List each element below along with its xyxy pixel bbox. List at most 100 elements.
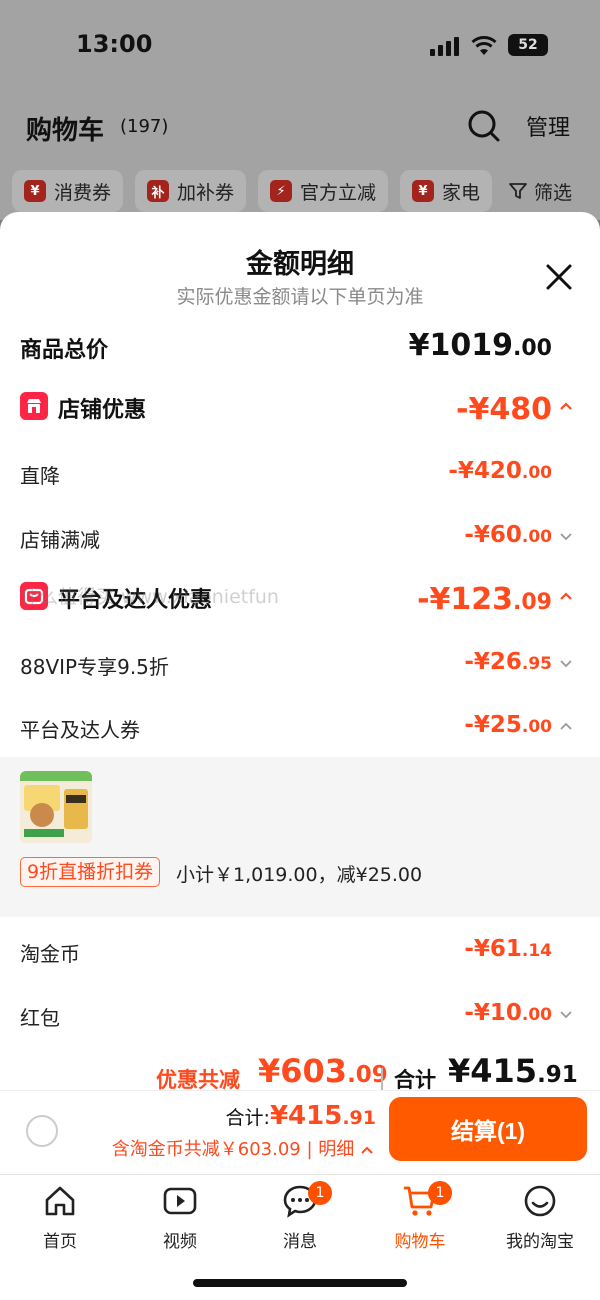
platform-coupon-label: 平台及达人券 [20, 718, 140, 742]
checkout-total-main: ¥415 [269, 1101, 343, 1131]
sum-value: ¥415.91 [448, 1052, 578, 1090]
chip-appliance[interactable]: ¥ 家电 [400, 170, 493, 212]
chevron-down-icon [560, 533, 572, 541]
detail-text: 含淘金币共减￥603.09 | 明细 [111, 1139, 355, 1160]
vip-discount-label: 88VIP专享9.5折 [20, 655, 169, 679]
taojinbi-value: -¥61.14 [464, 936, 552, 962]
chip-label: 官方立减 [300, 181, 377, 204]
filter-button[interactable]: 筛选 [500, 170, 600, 212]
cart-page-background: 13:00 52 购物车 (197) 管理 ¥ 消费券 补 加补券 ⚡ 官方立减 [0, 0, 600, 220]
coupon-description: 小计￥1,019.00，减¥25.00 [176, 864, 423, 886]
tab-label: 首页 [43, 1232, 77, 1252]
chip-label: 家电 [442, 181, 481, 204]
product-image [20, 771, 92, 843]
platform-discount-value: -¥123.09 [417, 582, 552, 617]
coupon-tag: 9折直播折扣券 [20, 857, 161, 887]
battery-icon: 52 [508, 34, 548, 56]
shop-icon [20, 392, 48, 420]
video-icon [163, 1187, 197, 1215]
taojinbi-decimal: .14 [521, 941, 552, 961]
tab-cart[interactable]: 1 购物车 [360, 1181, 480, 1253]
coupon-icon: ¥ [412, 180, 435, 202]
tab-label: 我的淘宝 [506, 1232, 574, 1252]
shop-full-reduction-label: 店铺满减 [20, 528, 100, 552]
select-all-checkbox[interactable] [26, 1115, 58, 1147]
shop-full-reduction-value: -¥60.00 [464, 522, 552, 548]
filter-label: 筛选 [534, 181, 573, 204]
page-title: 购物车 [26, 116, 105, 146]
bottom-tab-bar: 首页 视频 1 消息 1 购物车 我的淘宝 [0, 1174, 600, 1300]
product-total-main: ¥1019 [408, 328, 514, 363]
checkout-button[interactable]: 结算(1) [389, 1097, 587, 1161]
platform-coupon-decimal: .00 [521, 717, 552, 737]
tab-label: 消息 [283, 1232, 317, 1252]
vip-discount-row[interactable]: 88VIP专享9.5折 -¥26.95 [20, 647, 580, 687]
chip-official-discount[interactable]: ⚡ 官方立减 [258, 170, 389, 212]
checkout-bar: 合计:¥415.91 含淘金币共减￥603.09 | 明细 结算(1) [0, 1090, 600, 1174]
sheet-title: 金额明细 [246, 249, 354, 280]
shop-discount-label: 店铺优惠 [58, 398, 147, 423]
checkout-total-decimal: .91 [342, 1107, 376, 1129]
chevron-down-icon [560, 1011, 572, 1019]
manage-button[interactable]: 管理 [526, 110, 570, 142]
product-total-label: 商品总价 [20, 338, 109, 363]
product-thumbnail[interactable] [20, 771, 92, 843]
chevron-up-icon [560, 402, 572, 410]
close-icon[interactable] [540, 258, 578, 296]
cart-badge: 1 [428, 1181, 452, 1205]
message-badge: 1 [308, 1181, 332, 1205]
coupon-detail-box: 9折直播折扣券 小计￥1,019.00，减¥25.00 [0, 757, 600, 917]
sum-main: ¥415 [448, 1052, 538, 1090]
checkout-total-value: ¥415.91 [270, 1101, 376, 1131]
chip-label: 加补券 [177, 181, 235, 204]
chip-subsidy-coupon[interactable]: 补 加补券 [135, 170, 247, 212]
taojinbi-label: 淘金币 [20, 942, 80, 966]
total-discount-main: ¥603 [258, 1052, 348, 1090]
tab-home[interactable]: 首页 [0, 1183, 120, 1253]
direct-discount-row: 直降 -¥420.00 [20, 456, 580, 496]
lightning-icon: ⚡ [270, 180, 293, 202]
search-icon[interactable] [466, 108, 502, 144]
direct-discount-decimal: .00 [521, 463, 552, 483]
shop-discount-row[interactable]: 店铺优惠 -¥480 [20, 390, 580, 430]
vip-discount-main: -¥26 [464, 649, 522, 675]
chip-label: 消费券 [54, 181, 112, 204]
detail-toggle[interactable]: 含淘金币共减￥603.09 | 明细 [112, 1135, 374, 1161]
profile-icon [524, 1185, 556, 1217]
product-total-row: 商品总价 ¥1019.00 [20, 328, 580, 368]
hongbao-label: 红包 [20, 1006, 60, 1030]
shop-full-reduction-row[interactable]: 店铺满减 -¥60.00 [20, 520, 580, 560]
chevron-down-icon [560, 660, 572, 668]
tab-label: 购物车 [394, 1232, 446, 1252]
shop-full-reduction-main: -¥60 [464, 522, 522, 548]
direct-discount-value: -¥420.00 [448, 458, 552, 484]
direct-discount-main: -¥420 [448, 458, 522, 484]
chevron-up-icon [361, 1146, 373, 1154]
hongbao-main: -¥10 [464, 1000, 522, 1026]
tab-my-taobao[interactable]: 我的淘宝 [480, 1183, 600, 1253]
chevron-up-icon [560, 722, 572, 730]
hongbao-decimal: .00 [521, 1005, 552, 1025]
direct-discount-label: 直降 [20, 464, 60, 488]
platform-coupon-value: -¥25.00 [464, 712, 552, 738]
platform-discount-decimal: .09 [513, 590, 552, 615]
cart-count: (197) [120, 116, 169, 137]
shop-discount-value: -¥480 [456, 392, 552, 427]
platform-coupon-main: -¥25 [464, 712, 522, 738]
amount-detail-sheet: 金额明细 实际优惠金额请以下单页为准 商品总价 ¥1019.00 店铺优惠 -¥… [0, 212, 600, 1172]
hongbao-row[interactable]: 红包 -¥10.00 [20, 998, 580, 1038]
taojinbi-row: 淘金币 -¥61.14 [20, 934, 580, 974]
signal-icon [430, 36, 459, 56]
home-icon [45, 1186, 75, 1216]
vip-discount-decimal: .95 [521, 654, 552, 674]
tab-messages[interactable]: 1 消息 [240, 1181, 360, 1253]
tab-label: 视频 [163, 1232, 197, 1252]
status-time: 13:00 [76, 30, 153, 58]
subsidy-icon: 补 [147, 180, 170, 202]
coupon-icon: ¥ [24, 180, 46, 202]
tab-video[interactable]: 视频 [120, 1183, 240, 1253]
wifi-icon [471, 36, 497, 55]
chip-consumption-coupon[interactable]: ¥ 消费券 [12, 170, 124, 212]
platform-coupon-row[interactable]: 平台及达人券 -¥25.00 [20, 710, 580, 750]
watermark-text: 什么值得买 www.xiaonietfun [20, 586, 279, 608]
